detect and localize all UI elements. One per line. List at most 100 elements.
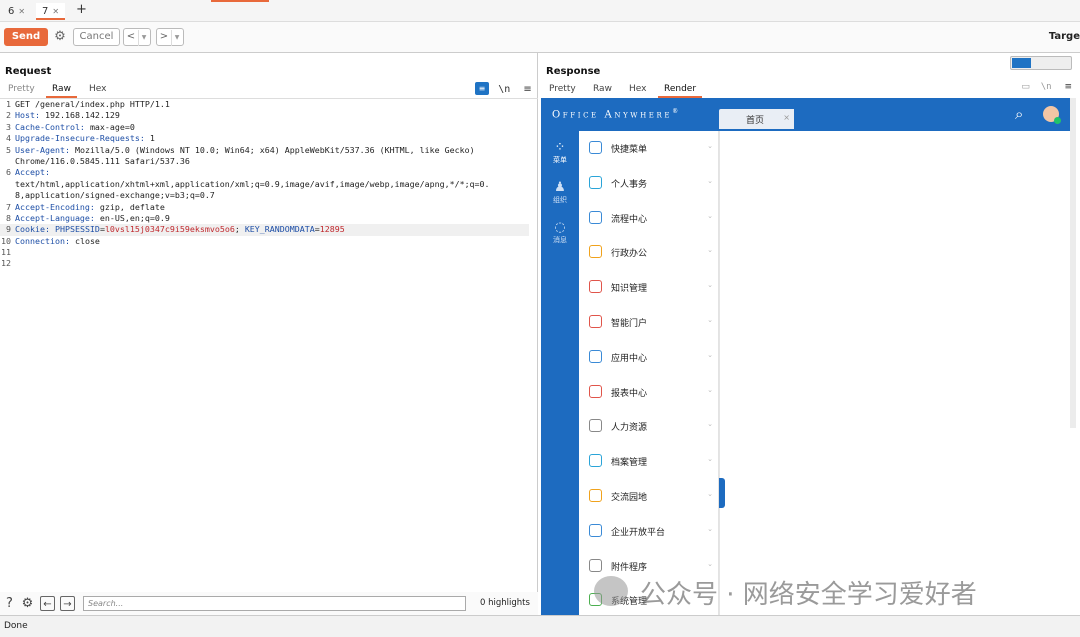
code-line[interactable]: 1 GET /general/index.php HTTP/1.1 — [0, 99, 538, 110]
toolbar: Send ⚙ Cancel < ▼ > ▼ Targe — [0, 22, 1080, 53]
tab-raw[interactable]: Raw — [587, 82, 618, 98]
gear-icon[interactable]: ⚙ — [20, 596, 35, 611]
pretty-print-icon[interactable]: ≡ — [475, 82, 489, 95]
menu-item-label: 档案管理 — [611, 458, 648, 469]
scrollbar[interactable] — [1070, 98, 1076, 428]
layout-toggle[interactable] — [1010, 56, 1072, 70]
briefcase-icon — [589, 245, 602, 259]
response-pane: Response Pretty Raw Hex Render ▭ \n ≡ Of… — [539, 53, 1080, 616]
tab-6[interactable]: 6 ✕ — [2, 3, 31, 20]
menu-item[interactable]: 交流园地 ⌄ — [579, 479, 719, 514]
collapse-handle[interactable] — [719, 478, 725, 508]
code-line[interactable]: 4 Upgrade-Insecure-Requests: 1 — [0, 133, 538, 144]
menu-item[interactable]: 企业开放平台 ⌄ — [579, 514, 719, 549]
menu-item[interactable]: 个人事务 ⌄ — [579, 166, 719, 201]
tab-hex[interactable]: Hex — [83, 82, 112, 98]
code-line[interactable]: 8 Accept-Language: en-US,en;q=0.9 — [0, 213, 538, 224]
home-tab[interactable]: 首页 × — [719, 109, 794, 129]
watermark: 公众号 · 网络安全学习爱好者 — [596, 574, 977, 611]
chevron-down-icon: ⌄ — [707, 281, 713, 290]
code-line[interactable]: text/html,application/xhtml+xml,applicat… — [0, 179, 538, 190]
oa-content — [719, 131, 1071, 616]
code-token: ; — [234, 224, 245, 235]
chevron-down-icon: ⌄ — [707, 316, 713, 324]
rail-item-messages[interactable]: ◌ 消息 — [541, 221, 579, 245]
menu-item[interactable]: 档案管理 ⌄ — [579, 444, 719, 479]
tab-raw[interactable]: Raw — [46, 82, 77, 98]
rail-item-org[interactable]: ♟ 组织 — [541, 181, 579, 205]
menu-item[interactable]: 智能门户 ⌄ — [579, 305, 719, 340]
forward-arrow-icon: > — [159, 31, 169, 42]
stacked-view-icon[interactable] — [1032, 58, 1051, 68]
close-icon[interactable]: ✕ — [18, 7, 25, 16]
tab-7[interactable]: 7 ✕ — [36, 3, 66, 20]
chevron-down-icon[interactable]: ▼ — [171, 30, 182, 46]
forward-button[interactable]: > ▼ — [156, 28, 184, 46]
previous-match-button[interactable]: ← — [40, 596, 55, 611]
request-editor[interactable]: 1 GET /general/index.php HTTP/1.1 2 Host: 1… — [0, 98, 538, 270]
line-number: 1 — [6, 99, 11, 109]
avatar[interactable] — [1043, 106, 1061, 124]
tab-hex[interactable]: Hex — [623, 82, 652, 98]
oa-logo: Office Anywhere® — [552, 108, 678, 120]
split-view-icon[interactable] — [1012, 58, 1031, 68]
code-line[interactable]: Chrome/116.0.5845.111 Safari/537.36 — [0, 156, 538, 167]
menu-item[interactable]: 报表中心 ⌄ — [579, 375, 719, 410]
close-icon[interactable]: × — [783, 113, 790, 122]
cube-icon — [589, 523, 602, 537]
search-input[interactable]: Search... — [83, 596, 466, 611]
code-line[interactable]: 9 Cookie: PHPSESSID=l0vsl15j0347c9i59eksm… — [0, 224, 529, 236]
back-button[interactable]: < ▼ — [123, 28, 151, 46]
gear-icon[interactable]: ⚙ — [52, 28, 68, 46]
menu-item[interactable]: 人力资源 ⌄ — [579, 409, 719, 444]
next-match-button[interactable]: → — [60, 596, 75, 611]
code-line[interactable]: 7 Accept-Encoding: gzip, deflate — [0, 202, 538, 213]
code-token: l0vsl15j0347c9i59eksmvo5o6 — [104, 224, 235, 235]
menu-item[interactable]: 知识管理 ⌄ — [579, 270, 719, 305]
target-label[interactable]: Targe — [1049, 31, 1080, 42]
rail-item-menu[interactable]: ⁘ 菜单 — [541, 141, 579, 165]
code-token: Mozilla/5.0 (Windows NT 10.0; Win64; x64… — [74, 144, 475, 155]
menu-item[interactable]: 应用中心 ⌄ — [579, 340, 719, 375]
code-line[interactable]: 3 Cache-Control: max-age=0 — [0, 122, 538, 133]
chevron-down-icon: ⌄ — [707, 385, 713, 394]
chevron-down-icon[interactable]: ▼ — [138, 30, 149, 46]
line-number: 11 — [1, 247, 11, 258]
menu-item[interactable]: 行政办公 ⌄ — [579, 235, 719, 270]
send-button[interactable]: Send — [4, 28, 48, 46]
chevron-down-icon: ⌄ — [707, 524, 713, 533]
archive-icon — [589, 454, 602, 468]
tab-pretty[interactable]: Pretty — [2, 82, 41, 98]
code-line[interactable]: 2 Host: 192.168.142.129 — [0, 110, 538, 121]
tab-pretty[interactable]: Pretty — [543, 82, 582, 98]
pretty-print-icon[interactable]: ▭ — [1021, 82, 1030, 92]
report-icon — [589, 384, 602, 398]
knowledge-icon — [589, 280, 602, 294]
code-line[interactable]: 12 — [0, 258, 538, 269]
tab-render[interactable]: Render — [658, 82, 703, 98]
menu-icon[interactable]: ≡ — [523, 84, 531, 95]
menu-item[interactable]: 流程中心 ⌄ — [579, 201, 719, 236]
menu-icon[interactable]: ≡ — [1064, 82, 1072, 92]
flow-icon — [589, 210, 602, 224]
newline-toggle[interactable]: \n — [498, 84, 510, 95]
cancel-button[interactable]: Cancel — [73, 28, 120, 46]
menu-item-label: 报表中心 — [611, 388, 648, 399]
tab-bar-accent — [211, 0, 269, 2]
code-line[interactable]: 10 Connection: close — [0, 236, 538, 247]
shortcut-icon — [589, 141, 602, 154]
help-icon[interactable]: ? — [2, 596, 17, 611]
code-line[interactable]: 6 Accept: — [0, 167, 538, 178]
code-line[interactable]: 5 User-Agent: Mozilla/5.0 (Windows NT 10.… — [0, 145, 538, 156]
newline-toggle[interactable]: \n — [1041, 82, 1052, 92]
search-icon[interactable]: ⌕ — [1015, 105, 1023, 123]
code-line[interactable]: 11 — [0, 247, 538, 258]
single-view-icon[interactable] — [1052, 58, 1071, 68]
oa-side-rail: ⁘ 菜单 ♟ 组织 ◌ 消息 — [541, 131, 579, 616]
new-tab-button[interactable]: + — [70, 1, 93, 18]
close-icon[interactable]: ✕ — [52, 7, 59, 16]
code-token: Upgrade-Insecure-Requests: — [15, 133, 150, 144]
code-line[interactable]: 8,application/signed-exchange;v=b3;q=0.7 — [0, 190, 538, 201]
menu-item[interactable]: 快捷菜单 ⌄ — [579, 131, 719, 166]
menu-item-label: 快捷菜单 — [611, 145, 648, 155]
